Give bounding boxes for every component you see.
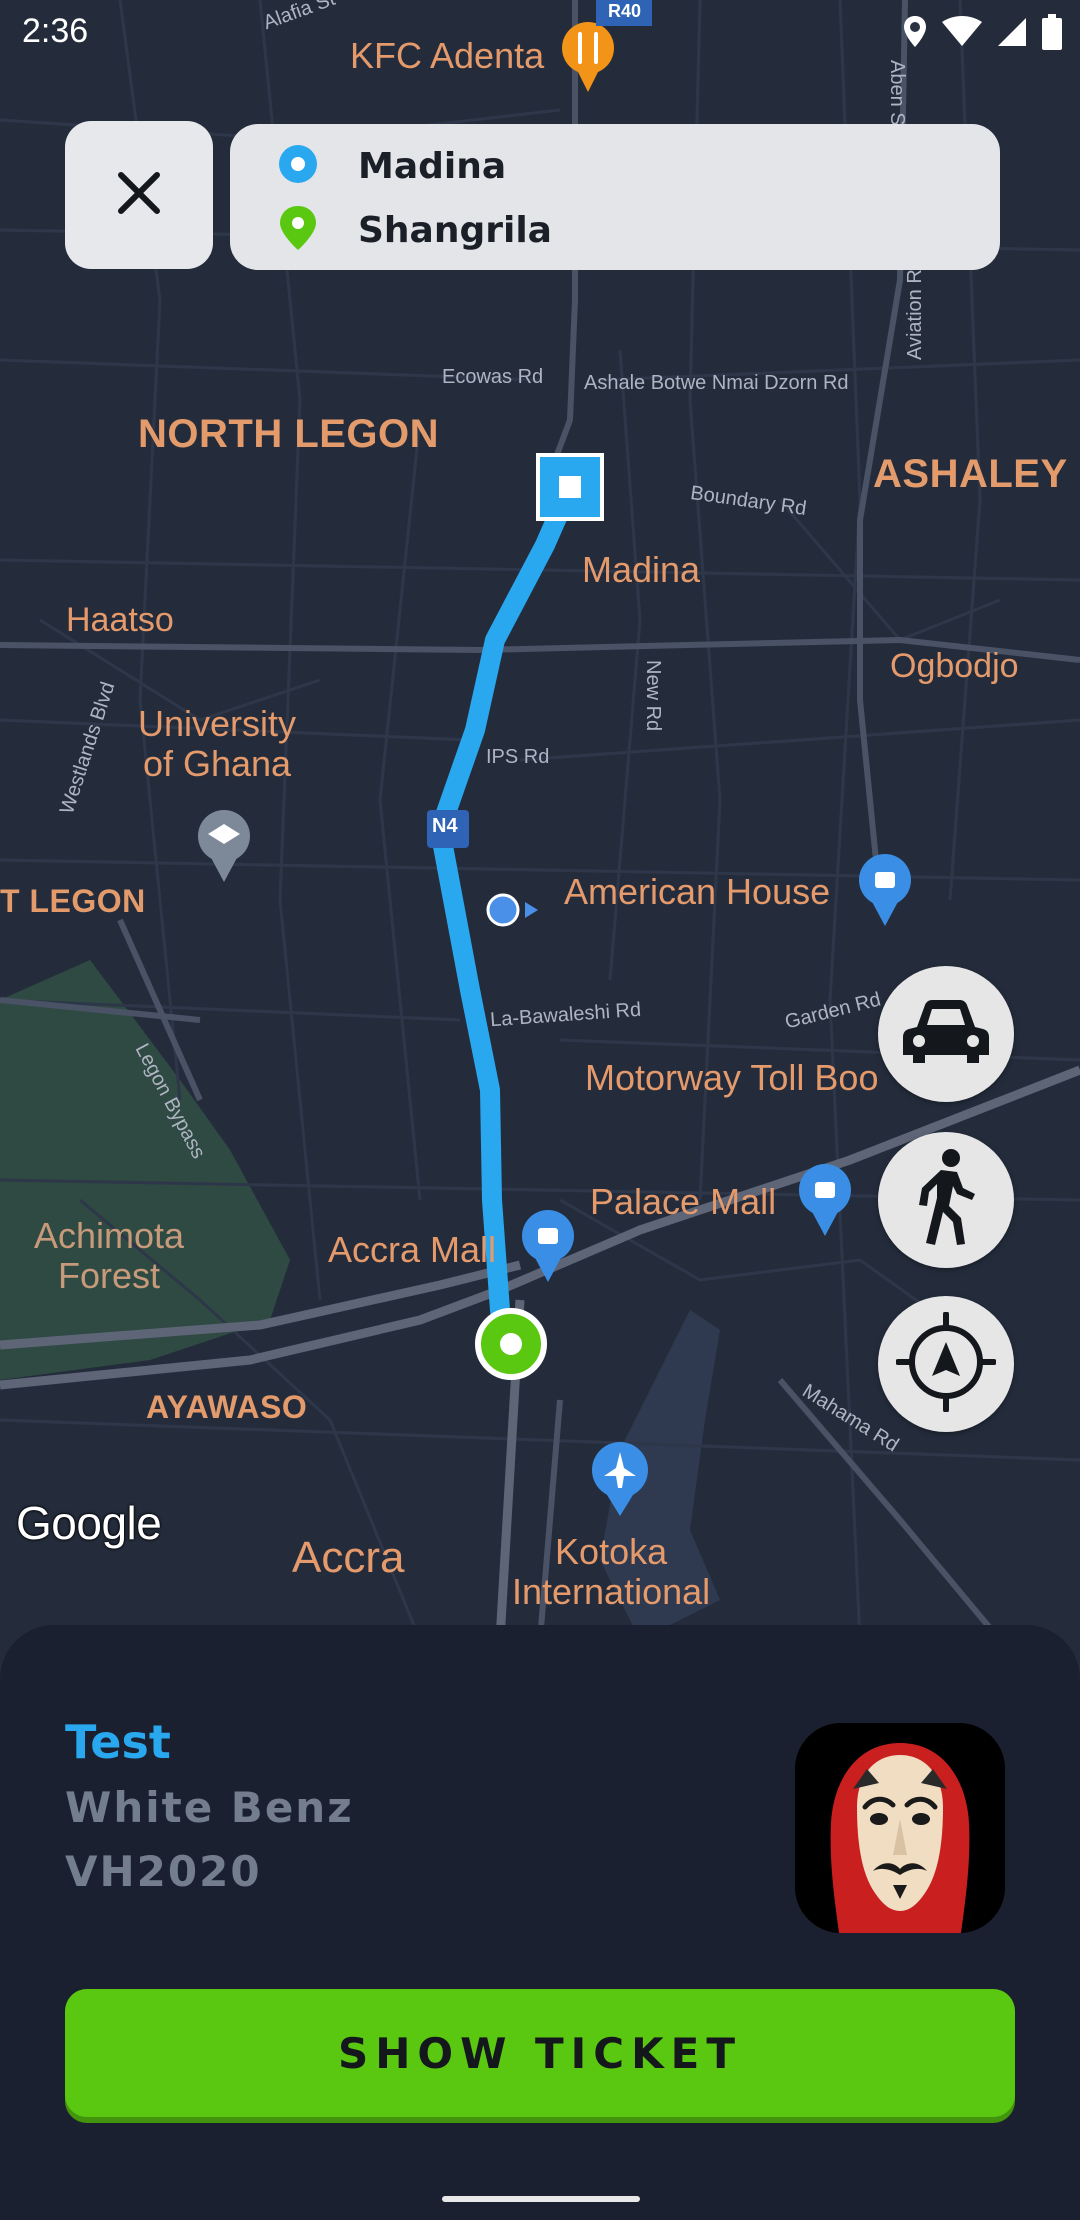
university-line-1: University xyxy=(138,703,297,744)
recenter-button[interactable] xyxy=(878,1296,1014,1432)
close-button[interactable] xyxy=(65,121,213,269)
district-label: T LEGON xyxy=(0,883,146,919)
place-label-accra-mall: Accra Mall xyxy=(328,1229,497,1270)
district-label: ASHALEY xyxy=(873,452,1068,496)
street-label: Aviation Rd xyxy=(904,258,926,360)
street-label: Ashale Botwe Nmai Dzorn Rd xyxy=(584,372,849,394)
street-label: Aben St xyxy=(886,60,908,132)
google-attribution: Google xyxy=(16,1497,162,1549)
walk-icon xyxy=(911,1148,981,1252)
district-label: AYAWASO xyxy=(146,1389,308,1425)
kotoka-line-2: International xyxy=(512,1570,711,1612)
place-label-american-house: American House xyxy=(564,871,831,912)
screen: Alafia St KFC Adenta Aben St R40 Ecowas … xyxy=(0,0,1080,2220)
status-time: 2:36 xyxy=(22,12,89,50)
street-label: Ecowas Rd xyxy=(442,366,544,388)
place-label-motorway-toll: Motorway Toll Boo xyxy=(585,1057,879,1098)
car-mode-button[interactable] xyxy=(878,966,1014,1102)
driver-sheet: Test White Benz VH2020 SHOW TICKET xyxy=(0,1625,1080,2220)
place-label-university: University of Ghana xyxy=(138,704,296,783)
place-label-accra: Accra xyxy=(292,1533,405,1582)
close-icon xyxy=(115,169,163,221)
university-line-2: of Ghana xyxy=(142,742,292,784)
route-destination-row[interactable]: Shangrila xyxy=(278,204,552,256)
place-label-madina: Madina xyxy=(582,549,701,590)
achimota-line-2: Forest xyxy=(58,1254,161,1296)
n4-shield-label: N4 xyxy=(432,815,458,837)
status-bar: 2:36 xyxy=(0,0,1080,66)
recenter-icon xyxy=(895,1311,997,1416)
show-ticket-button[interactable]: SHOW TICKET xyxy=(65,1989,1015,2117)
achimota-line-1: Achimota xyxy=(34,1215,185,1256)
car-model: White Benz xyxy=(65,1783,354,1832)
signal-icon xyxy=(996,16,1028,52)
route-destination-text: Shangrila xyxy=(358,209,552,251)
driver-name: Test xyxy=(65,1715,171,1769)
destination-pin-icon xyxy=(278,204,318,256)
place-label-achimota: Achimota Forest xyxy=(34,1216,184,1295)
district-label: NORTH LEGON xyxy=(138,412,440,456)
place-label-ogbodjo: Ogbodjo xyxy=(890,647,1019,685)
route-origin-row[interactable]: Madina xyxy=(278,144,506,188)
location-icon xyxy=(902,14,928,54)
status-icons xyxy=(902,14,1062,54)
kotoka-line-1: Kotoka xyxy=(555,1531,668,1572)
origin-pin-icon xyxy=(278,144,318,188)
walk-mode-button[interactable] xyxy=(878,1132,1014,1268)
place-label-haatso: Haatso xyxy=(66,601,174,639)
route-card[interactable]: Madina Shangrila xyxy=(230,124,1000,270)
street-label: New Rd xyxy=(642,660,664,732)
current-location-dot xyxy=(486,893,520,927)
place-label-palace-mall: Palace Mall xyxy=(590,1181,777,1222)
street-label: IPS Rd xyxy=(486,746,550,768)
home-indicator[interactable] xyxy=(442,2196,640,2202)
car-icon xyxy=(901,997,991,1071)
battery-icon xyxy=(1042,14,1062,54)
place-label-kotoka: Kotoka International xyxy=(512,1532,710,1611)
wifi-icon xyxy=(942,16,982,52)
driver-avatar xyxy=(795,1723,1005,1933)
route-origin-text: Madina xyxy=(358,145,507,187)
car-plate: VH2020 xyxy=(65,1847,262,1896)
